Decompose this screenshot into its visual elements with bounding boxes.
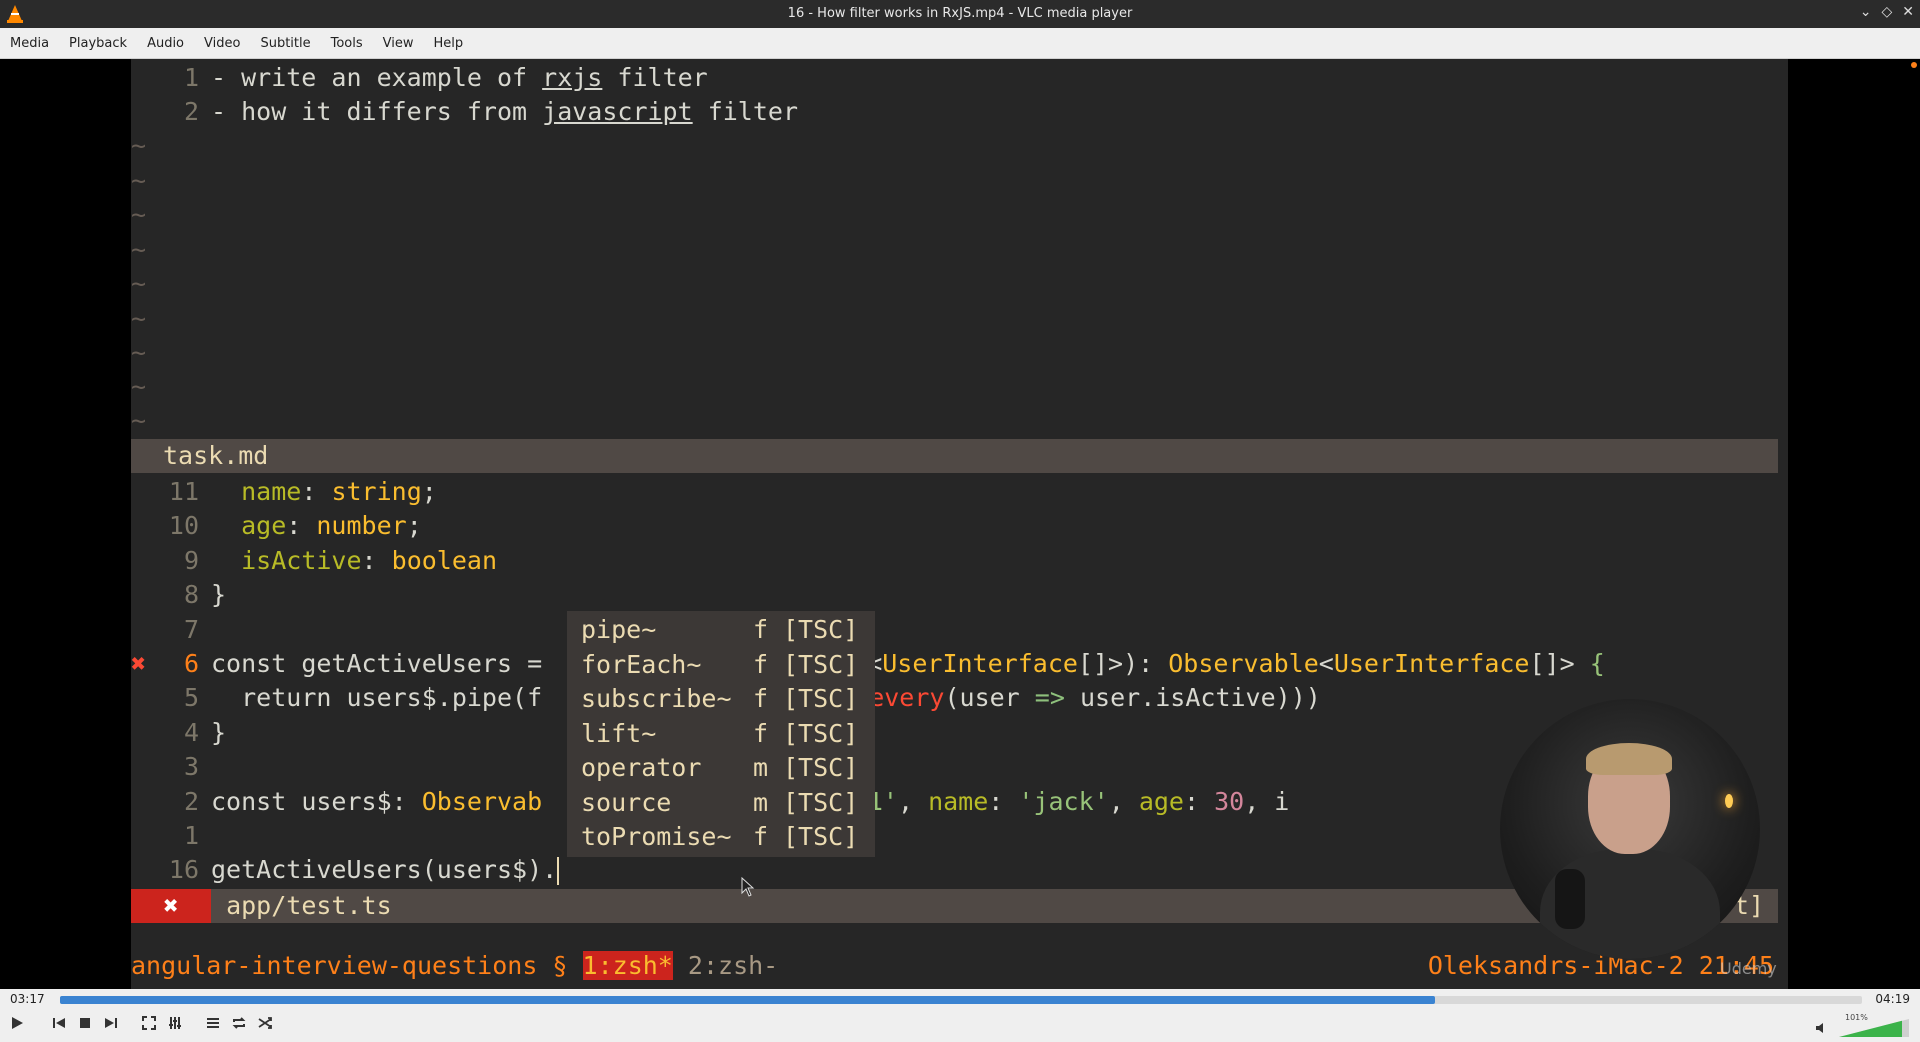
- playlist-icon[interactable]: [202, 1015, 224, 1037]
- menu-subtitle[interactable]: Subtitle: [250, 36, 320, 51]
- editor-line: 11 name: string;: [168, 477, 437, 506]
- completion-item[interactable]: subscribe~ f [TSC]: [567, 682, 875, 717]
- autocomplete-popup: pipe~ f [TSC] forEach~ f [TSC] subscribe~ f [T…: [567, 611, 875, 857]
- error-icon: ✖: [131, 649, 147, 678]
- minimize-icon[interactable]: ⌄: [1860, 4, 1872, 20]
- empty-line-tilde: ~: [131, 372, 147, 401]
- editor-line: 1- write an example of rxjs filter: [183, 63, 708, 92]
- indicator-dot: [1911, 62, 1917, 68]
- close-icon[interactable]: ✕: [1902, 4, 1914, 20]
- next-icon[interactable]: [100, 1015, 122, 1037]
- tmux-window-active: 1:zsh*: [582, 951, 673, 980]
- video-area[interactable]: 1- write an example of rxjs filter 2- ho…: [0, 59, 1920, 989]
- extended-settings-icon[interactable]: [164, 1015, 186, 1037]
- menu-tools[interactable]: Tools: [321, 36, 373, 51]
- seek-slider-fill: [60, 996, 1435, 1004]
- stop-icon[interactable]: [74, 1015, 96, 1037]
- volume-slider[interactable]: [1839, 1019, 1909, 1037]
- completion-item[interactable]: pipe~ f [TSC]: [567, 613, 875, 648]
- maximize-icon[interactable]: ◇: [1881, 4, 1892, 20]
- menu-media[interactable]: Media: [0, 36, 59, 51]
- instructor-webcam: [1500, 699, 1760, 959]
- pane-filename: task.md: [163, 441, 269, 470]
- empty-line-tilde: ~: [131, 304, 147, 333]
- mouse-pointer-icon: [741, 877, 755, 897]
- menu-playback[interactable]: Playback: [59, 36, 137, 51]
- menu-view[interactable]: View: [373, 36, 424, 51]
- editor-line: 9 isActive: boolean: [183, 546, 497, 575]
- editor-line: 5 return users$.pipe(f.every(user => use…: [183, 683, 1321, 712]
- pane-status-bar: task.md: [131, 439, 1778, 473]
- text-cursor: [557, 857, 560, 885]
- menu-video[interactable]: Video: [194, 36, 250, 51]
- tmux-window: 2:zsh-: [672, 951, 779, 980]
- loop-icon[interactable]: [228, 1015, 250, 1037]
- previous-icon[interactable]: [48, 1015, 70, 1037]
- completion-item[interactable]: source m [TSC]: [567, 786, 875, 821]
- empty-line-tilde: ~: [131, 338, 147, 367]
- empty-line-tilde: ~: [131, 200, 147, 229]
- shuffle-icon[interactable]: [254, 1015, 276, 1037]
- empty-line-tilde: ~: [131, 269, 147, 298]
- volume-control[interactable]: 101%: [1815, 1013, 1915, 1037]
- speaker-icon[interactable]: [1815, 1021, 1829, 1035]
- elapsed-time: 03:17: [10, 992, 45, 1006]
- editor-line: 2- how it differs from javascript filter: [183, 97, 799, 126]
- window-title: 16 - How filter works in RxJS.mp4 - VLC …: [787, 6, 1133, 21]
- completion-item[interactable]: forEach~ f [TSC]: [567, 648, 875, 683]
- empty-line-tilde: ~: [131, 235, 147, 264]
- editor-line-error: ✖6const getActiveUsers = <UserInterface[…: [131, 647, 1788, 681]
- menu-audio[interactable]: Audio: [137, 36, 194, 51]
- completion-item[interactable]: operator m [TSC]: [567, 751, 875, 786]
- playback-controls: 101%: [0, 1011, 1920, 1042]
- seek-slider[interactable]: [60, 996, 1862, 1004]
- seek-bar-row: 03:17 04:19: [0, 989, 1920, 1011]
- editor-line: 8}: [183, 580, 227, 609]
- completion-item[interactable]: lift~ f [TSC]: [567, 717, 875, 752]
- editor-line: 10 age: number;: [168, 511, 422, 540]
- title-bar: 16 - How filter works in RxJS.mp4 - VLC …: [0, 0, 1920, 28]
- menu-bar: Media Playback Audio Video Subtitle Tool…: [0, 28, 1920, 59]
- editor-line: 7: [183, 615, 199, 644]
- menu-help[interactable]: Help: [424, 36, 474, 51]
- empty-line-tilde: ~: [131, 406, 147, 435]
- total-time: 04:19: [1875, 992, 1910, 1006]
- udemy-watermark: Udemy: [1720, 959, 1777, 978]
- play-icon[interactable]: [6, 1015, 28, 1037]
- completion-item[interactable]: toPromise~ f [TSC]: [567, 820, 875, 855]
- empty-line-tilde: ~: [131, 131, 147, 160]
- tmux-session-name: angular-interview-questions §: [131, 951, 583, 980]
- fullscreen-icon[interactable]: [138, 1015, 160, 1037]
- empty-line-tilde: ~: [131, 166, 147, 195]
- pane-filename: app/test.ts: [226, 891, 392, 920]
- error-icon: ✖: [131, 889, 211, 923]
